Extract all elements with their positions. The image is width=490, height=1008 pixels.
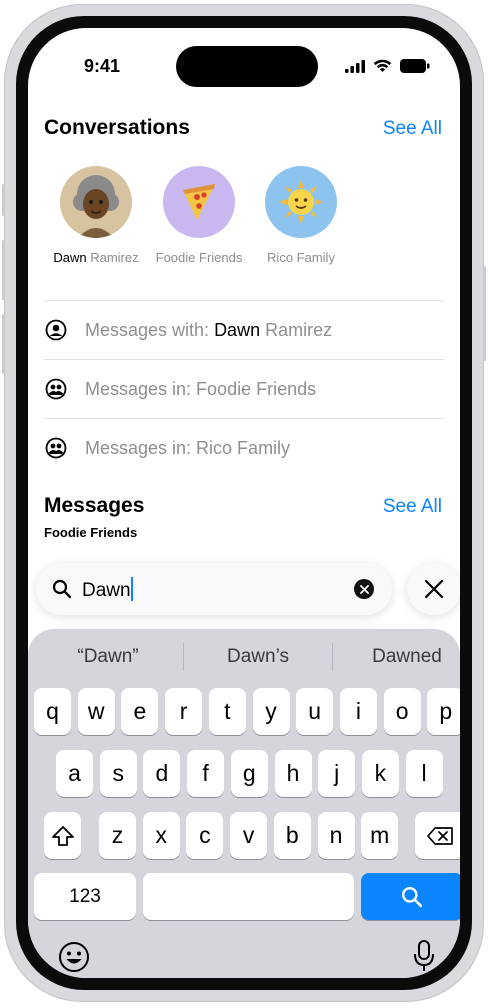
messages-see-all-link[interactable]: See All <box>383 496 442 518</box>
battery-icon <box>400 59 430 73</box>
volume-down-button <box>2 314 5 374</box>
key-s[interactable]: s <box>99 750 137 797</box>
wifi-icon <box>373 59 392 72</box>
conversations-see-all-link[interactable]: See All <box>383 118 442 140</box>
key-c[interactable]: c <box>186 812 224 859</box>
clear-search-button[interactable] <box>354 579 374 599</box>
keyboard: “Dawn” Dawn’s Dawned qwertyuiop asdfghjk… <box>28 629 460 978</box>
suggestion-row-foodie-friends[interactable]: Messages in: Foodie Friends <box>44 359 444 418</box>
key-x[interactable]: x <box>142 812 180 859</box>
side-button <box>483 266 486 361</box>
key-w[interactable]: w <box>77 688 115 735</box>
screen: 9:41 Conversations See All Dawn Ramirez … <box>28 28 460 978</box>
search-input-value: Dawn <box>82 576 133 602</box>
key-k[interactable]: k <box>361 750 399 797</box>
avatar <box>60 166 132 238</box>
sun-face-icon <box>279 180 323 224</box>
avatar-name: Dawn Ramirez <box>53 250 139 265</box>
emoji-smiley-icon <box>59 942 89 972</box>
key-m[interactable]: m <box>361 812 399 859</box>
key-z[interactable]: z <box>99 812 136 859</box>
search-icon <box>52 579 72 599</box>
key-n[interactable]: n <box>317 812 355 859</box>
search-field[interactable]: Dawn <box>36 563 392 615</box>
delete-key[interactable] <box>415 812 460 859</box>
messages-title: Messages <box>44 494 145 517</box>
suggestion-row-messages-with-dawn[interactable]: Messages with: Dawn Ramirez <box>44 300 444 359</box>
conversations-title: Conversations <box>44 116 190 139</box>
avatar-rico-family[interactable]: Rico Family <box>246 166 356 265</box>
row-label: Messages with: Dawn Ramirez <box>85 319 333 340</box>
shift-arrow-icon <box>51 825 74 846</box>
key-d[interactable]: d <box>143 750 181 797</box>
delete-backspace-icon <box>427 826 453 845</box>
close-icon <box>424 579 444 599</box>
key-q[interactable]: q <box>34 688 71 735</box>
action-button <box>2 184 5 216</box>
numbers-key[interactable]: 123 <box>34 873 136 920</box>
key-b[interactable]: b <box>273 812 311 859</box>
key-v[interactable]: v <box>230 812 268 859</box>
phone-bezel: 9:41 Conversations See All Dawn Ramirez … <box>16 16 472 990</box>
status-time: 9:41 <box>84 56 121 76</box>
text-cursor <box>130 576 133 601</box>
search-icon <box>401 886 423 907</box>
row-label: Messages in: Rico Family <box>85 437 291 458</box>
close-search-button[interactable] <box>407 563 460 615</box>
clear-x-icon <box>359 584 369 594</box>
key-h[interactable]: h <box>274 750 312 797</box>
pizza-icon <box>183 184 215 220</box>
suggestion-2[interactable]: Dawn’s <box>184 641 332 673</box>
shift-key[interactable] <box>44 812 81 859</box>
suggestion-quoted[interactable]: “Dawn” <box>34 641 182 673</box>
key-r[interactable]: r <box>165 688 203 735</box>
key-f[interactable]: f <box>187 750 225 797</box>
group-circle-icon <box>44 436 68 460</box>
group-circle-icon <box>44 377 68 401</box>
avatar-name: Foodie Friends <box>155 250 243 265</box>
microphone-icon <box>414 940 434 971</box>
key-o[interactable]: o <box>383 688 421 735</box>
key-u[interactable]: u <box>296 688 334 735</box>
volume-up-button <box>2 240 5 300</box>
key-e[interactable]: e <box>121 688 159 735</box>
message-group-name: Foodie Friends <box>44 525 138 540</box>
avatar-name: Rico Family <box>267 250 335 265</box>
phone-frame: 9:41 Conversations See All Dawn Ramirez … <box>2 4 486 1002</box>
row-label: Messages in: Foodie Friends <box>85 378 317 399</box>
avatar-foodie-friends[interactable]: Foodie Friends <box>144 166 254 265</box>
key-p[interactable]: p <box>427 688 460 735</box>
person-circle-icon <box>44 318 68 342</box>
emoji-button[interactable] <box>58 941 90 978</box>
dynamic-island <box>176 46 318 87</box>
status-icons <box>345 59 430 73</box>
cellular-signal-icon <box>345 59 365 73</box>
suggestion-3[interactable]: Dawned <box>333 641 460 673</box>
key-j[interactable]: j <box>318 750 356 797</box>
suggestion-row-rico-family[interactable]: Messages in: Rico Family <box>44 418 444 477</box>
space-key[interactable] <box>143 873 354 920</box>
avatar <box>163 166 235 238</box>
key-l[interactable]: l <box>405 750 443 797</box>
avatar <box>265 166 337 238</box>
search-key[interactable] <box>361 873 460 920</box>
key-i[interactable]: i <box>339 688 377 735</box>
key-t[interactable]: t <box>208 688 246 735</box>
key-g[interactable]: g <box>230 750 268 797</box>
memoji-woman-icon <box>73 175 119 238</box>
key-y[interactable]: y <box>252 688 290 735</box>
dictation-button[interactable] <box>412 939 436 978</box>
key-a[interactable]: a <box>56 750 93 797</box>
avatar-dawn-ramirez[interactable]: Dawn Ramirez <box>41 166 151 265</box>
